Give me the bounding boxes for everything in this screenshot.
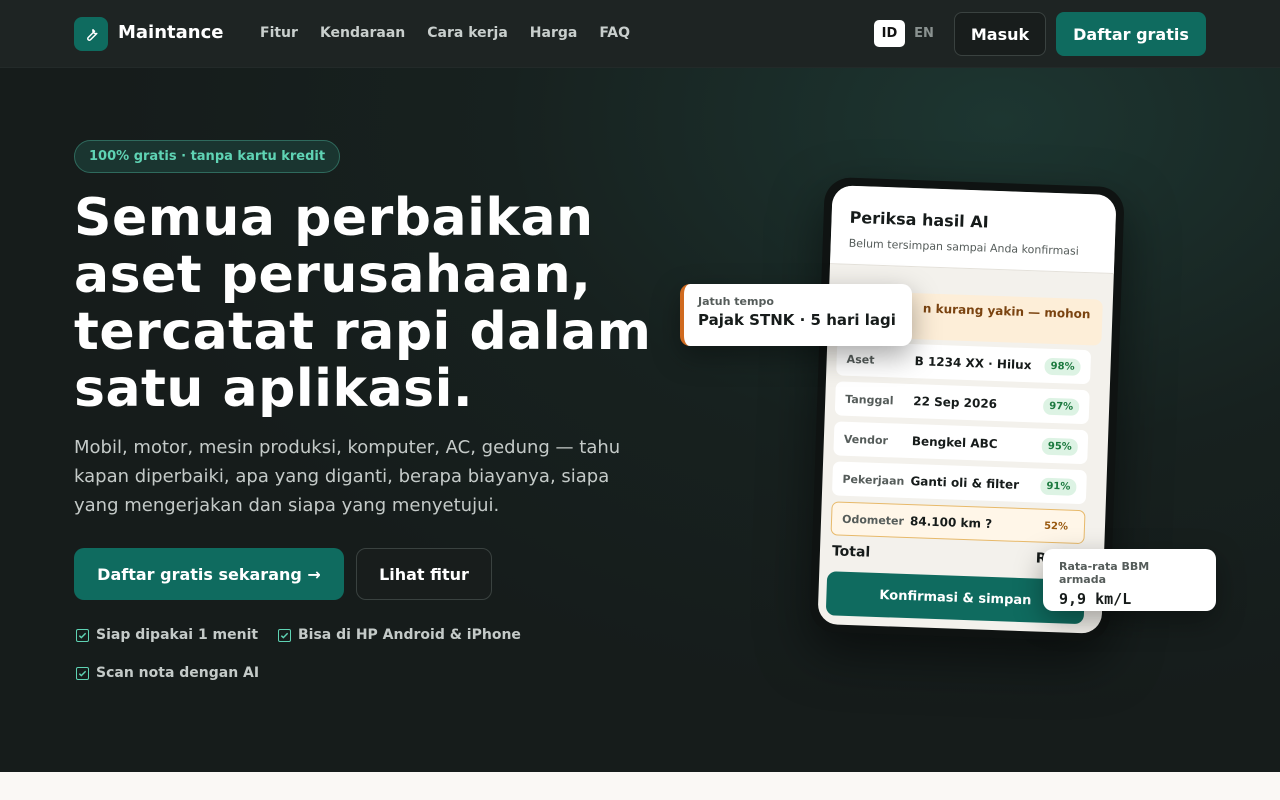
fuel-label: Rata-rata BBM armada <box>1059 560 1150 586</box>
field-value: 22 Sep 2026 <box>913 394 998 412</box>
feature-check: Siap dipakai 1 menit <box>76 627 258 643</box>
feature-check: Scan nota dengan AI <box>76 665 259 681</box>
nav-link-harga[interactable]: Harga <box>530 25 578 41</box>
confidence-badge: 98% <box>1044 357 1081 376</box>
feature-check-label: Bisa di HP Android & iPhone <box>298 627 521 643</box>
field-value: Bengkel ABC <box>911 434 998 452</box>
due-reminder-card: Jatuh tempo Pajak STNK · 5 hari lagi <box>680 284 912 346</box>
check-icon <box>278 628 291 642</box>
nav-link-faq[interactable]: FAQ <box>599 25 630 41</box>
free-badge: 100% gratis · tanpa kartu kredit <box>74 140 341 173</box>
field-row[interactable]: Pekerjaan Ganti oli & filter 91% <box>831 461 1087 505</box>
hero-subtitle: Mobil, motor, mesin produksi, komputer, … <box>74 437 621 516</box>
signup-button[interactable]: Daftar gratis <box>1056 12 1206 56</box>
confidence-badge: 52% <box>1043 520 1069 533</box>
field-key: Tanggal <box>845 392 894 407</box>
nav-link-fitur[interactable]: Fitur <box>260 25 298 41</box>
field-row[interactable]: Aset B 1234 XX · Hilux 98% <box>836 341 1092 385</box>
nav-link-cara-kerja[interactable]: Cara kerja <box>427 25 508 41</box>
lang-id-toggle[interactable]: ID <box>874 20 905 47</box>
field-key: Vendor <box>843 432 889 447</box>
field-row-low-confidence[interactable]: Odometer 84.100 km ? 52% <box>830 501 1086 545</box>
field-value: B 1234 XX · Hilux <box>914 354 1032 373</box>
see-features-button[interactable]: Lihat fitur <box>356 548 492 600</box>
feature-check-label: Scan nota dengan AI <box>96 665 260 681</box>
top-nav: Maintance Fitur Kendaraan Cara kerja Har… <box>0 0 1280 68</box>
field-value: 84.100 km ? <box>909 514 993 531</box>
field-key: Aset <box>846 352 875 367</box>
field-key: Odometer <box>841 512 905 528</box>
check-icon <box>76 628 89 642</box>
field-key: Pekerjaan <box>842 472 905 488</box>
due-value: Pajak STNK · 5 hari lagi <box>698 311 896 329</box>
due-label: Jatuh tempo <box>698 295 774 308</box>
confidence-badge: 95% <box>1041 437 1079 456</box>
hero-headline: Semua perbaikan aset perusahaan, tercata… <box>74 188 652 419</box>
nav-link-kendaraan[interactable]: Kendaraan <box>320 25 405 41</box>
wrench-icon[interactable] <box>74 17 108 51</box>
hero-section: Maintance Fitur Kendaraan Cara kerja Har… <box>0 0 1280 772</box>
screen-header: Periksa hasil AI Belum tersimpan sampai … <box>829 185 1117 275</box>
field-value: Ganti oli & filter <box>910 474 1020 492</box>
login-button[interactable]: Masuk <box>954 12 1046 56</box>
field-row[interactable]: Vendor Bengkel ABC 95% <box>833 421 1089 465</box>
confidence-badge: 91% <box>1040 477 1077 496</box>
lang-en-toggle[interactable]: EN <box>907 20 941 47</box>
screen-title: Periksa hasil AI <box>849 207 989 232</box>
feature-check-label: Siap dipakai 1 menit <box>96 627 259 643</box>
field-row[interactable]: Tanggal 22 Sep 2026 97% <box>834 381 1090 425</box>
confidence-badge: 97% <box>1042 397 1080 416</box>
nav-links: Fitur Kendaraan Cara kerja Harga FAQ <box>260 25 630 41</box>
brand-name[interactable]: Maintance <box>118 22 224 43</box>
signup-now-button[interactable]: Daftar gratis sekarang → <box>74 548 344 600</box>
fuel-value: 9,9 km/L <box>1059 590 1132 608</box>
total-label: Total <box>831 543 871 561</box>
feature-check: Bisa di HP Android & iPhone <box>278 627 521 643</box>
screen-subtitle: Belum tersimpan sampai Anda konfirmasi <box>848 236 1080 258</box>
fuel-average-card: Rata-rata BBM armada 9,9 km/L <box>1043 549 1216 611</box>
check-icon <box>76 666 89 680</box>
